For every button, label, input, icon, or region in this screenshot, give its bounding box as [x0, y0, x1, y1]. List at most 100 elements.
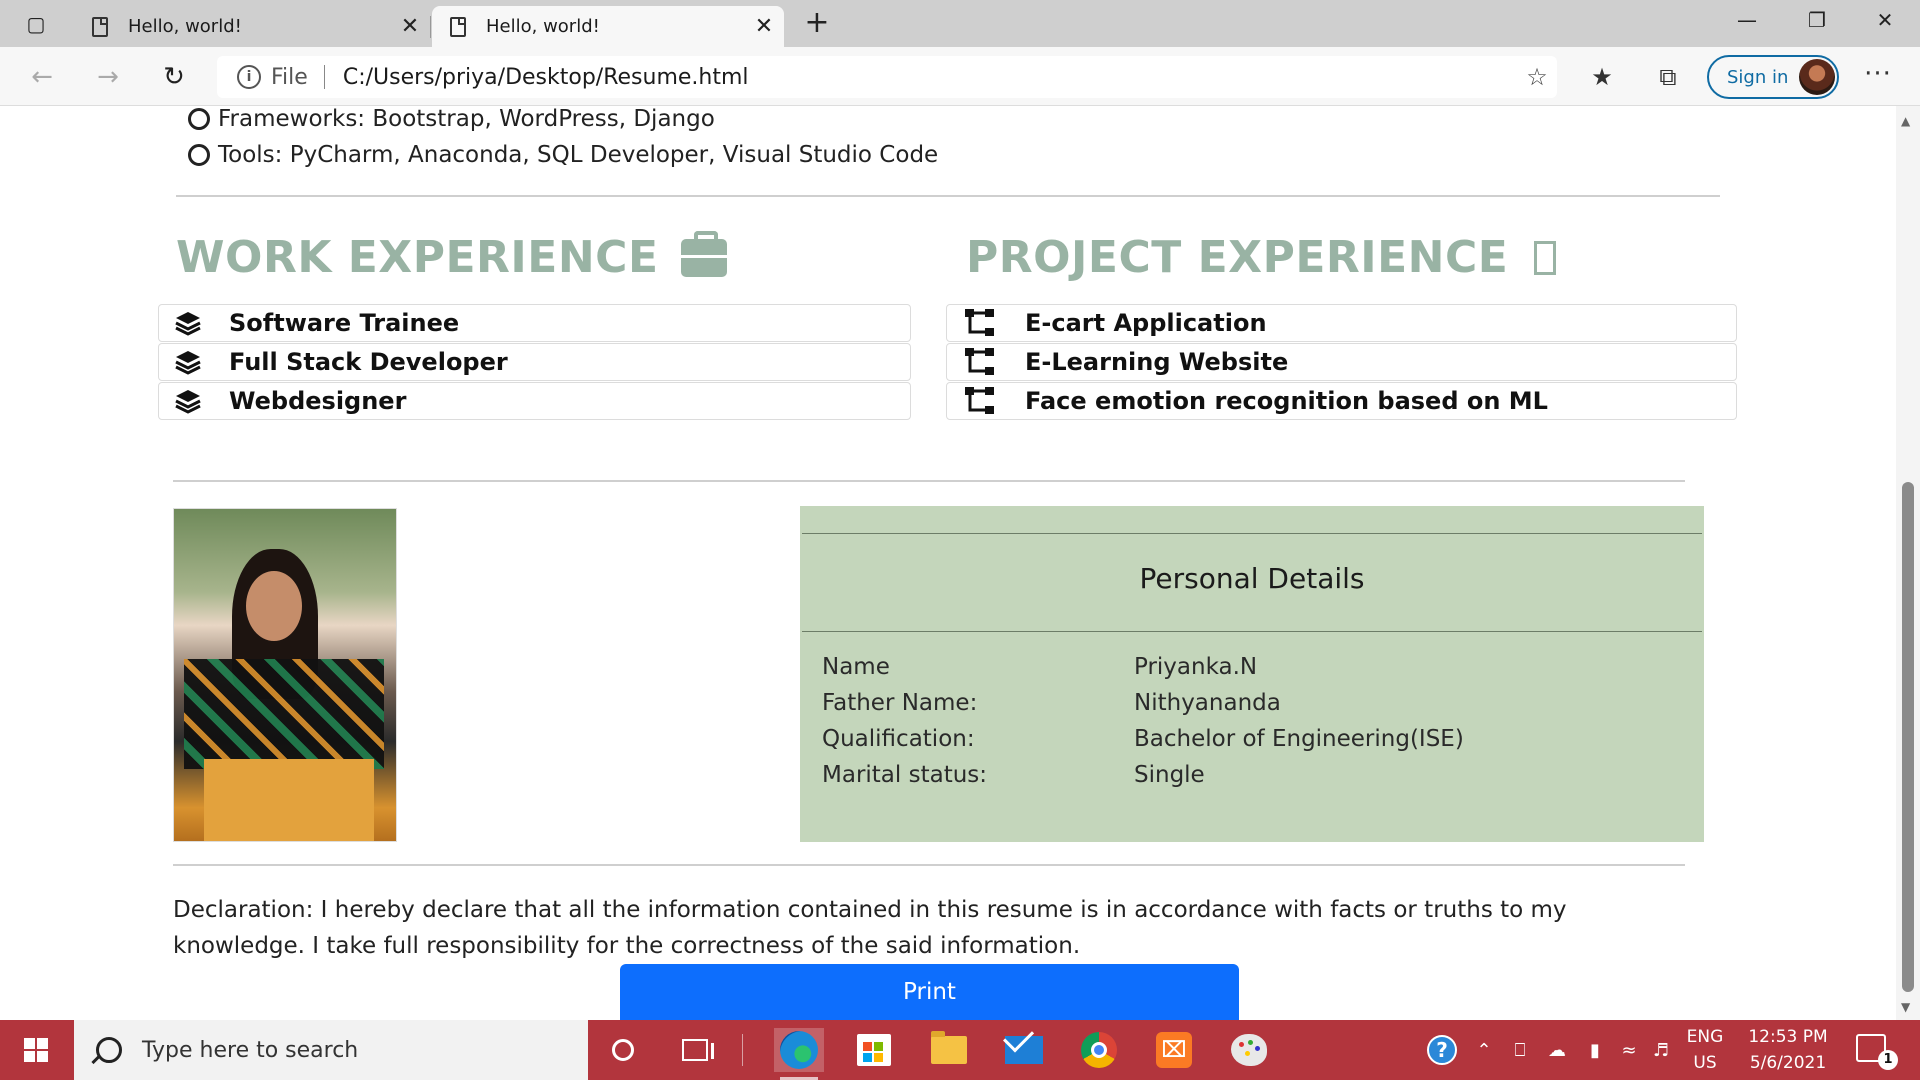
help-icon: ? — [1427, 1035, 1457, 1065]
task-view-button[interactable] — [670, 1028, 720, 1072]
profile-photo — [173, 508, 397, 842]
section-divider — [173, 864, 1685, 866]
volume-icon[interactable]: ♬ — [1646, 1020, 1676, 1080]
close-tab-icon[interactable]: ✕ — [744, 14, 784, 39]
scroll-up-icon[interactable]: ▲ — [1901, 114, 1910, 128]
briefcase-icon — [680, 230, 727, 277]
close-tab-icon[interactable]: ✕ — [390, 14, 430, 39]
browser-tab-1[interactable]: Hello, world! ✕ — [74, 6, 430, 47]
system-clock[interactable]: 12:53 PM 5/6/2021 — [1740, 1024, 1836, 1076]
url-text[interactable]: C:/Users/priya/Desktop/Resume.html — [343, 65, 1517, 90]
tab-actions-icon: ▢ — [26, 12, 46, 36]
mail-icon — [1005, 1036, 1043, 1064]
store-taskbar-button[interactable] — [849, 1028, 899, 1072]
onedrive-icon[interactable]: ☁ — [1540, 1020, 1574, 1080]
new-tab-button[interactable]: + — [800, 8, 834, 40]
show-hidden-icons[interactable]: ⌃ — [1470, 1020, 1498, 1080]
favorites-icon[interactable]: ★ — [1582, 59, 1622, 95]
explorer-taskbar-button[interactable] — [924, 1028, 974, 1072]
missing-glyph-icon — [1534, 240, 1557, 275]
skill-text: Frameworks: Bootstrap, WordPress, Django — [218, 106, 715, 132]
scroll-down-icon[interactable]: ▼ — [1901, 1000, 1910, 1014]
detail-value: Single — [1134, 762, 1205, 788]
edge-taskbar-button[interactable] — [774, 1028, 824, 1080]
meet-now-icon[interactable]: ⎕ — [1506, 1020, 1534, 1080]
region-code: US — [1693, 1053, 1717, 1073]
language-indicator[interactable]: ENG US — [1680, 1024, 1730, 1076]
close-window-button[interactable]: ✕ — [1850, 0, 1920, 40]
project-item: Face emotion recognition based on ML — [946, 382, 1737, 420]
tab-actions-button[interactable]: ▢ — [14, 9, 58, 39]
chrome-icon — [1081, 1032, 1117, 1068]
project-item-label: E-cart Application — [1025, 309, 1267, 337]
scheme-label: File — [271, 64, 308, 90]
project-experience-title: PROJECT EXPERIENCE — [966, 232, 1509, 283]
project-item-label: E-Learning Website — [1025, 348, 1289, 376]
taskbar-search[interactable]: Type here to search — [74, 1020, 588, 1080]
sign-in-label: Sign in — [1727, 66, 1789, 88]
project-experience-heading: PROJECT EXPERIENCE — [966, 232, 1557, 283]
address-bar[interactable]: i File C:/Users/priya/Desktop/Resume.htm… — [217, 56, 1557, 98]
detail-value: Bachelor of Engineering(ISE) — [1134, 726, 1464, 752]
circle-bullet-icon — [188, 144, 210, 166]
add-favorite-icon[interactable]: ☆ — [1517, 63, 1557, 91]
paint-icon — [1231, 1034, 1267, 1066]
cortana-button[interactable] — [598, 1028, 648, 1072]
tab-separator — [430, 16, 431, 38]
project-item: E-cart Application — [946, 304, 1737, 342]
restore-button[interactable]: ❐ — [1782, 0, 1852, 40]
detail-label: Name — [822, 654, 890, 680]
start-button[interactable] — [0, 1020, 72, 1080]
print-button[interactable]: Print — [620, 964, 1239, 1020]
wifi-icon[interactable]: ≈ — [1612, 1020, 1646, 1080]
page-content: Frameworks: Bootstrap, WordPress, Django… — [0, 106, 1896, 1020]
section-divider — [176, 195, 1720, 197]
circle-bullet-icon — [188, 108, 210, 130]
xampp-icon: ⌧ — [1156, 1032, 1192, 1068]
minimize-button[interactable]: — — [1712, 0, 1782, 40]
work-item: Webdesigner — [158, 382, 911, 420]
clock-date: 5/6/2021 — [1749, 1053, 1827, 1073]
refresh-button[interactable]: ↻ — [154, 57, 194, 97]
cortana-icon — [612, 1039, 634, 1061]
info-icon[interactable]: i — [237, 65, 261, 89]
page-scrollbar[interactable]: ▲ ▼ — [1896, 106, 1920, 1020]
windows-taskbar: Type here to search ⌧ ? ⌃ ⎕ ☁ ▮ ≈ ♬ ENG … — [0, 1020, 1920, 1080]
windows-logo-icon — [24, 1038, 48, 1062]
project-item: E-Learning Website — [946, 343, 1737, 381]
panel-divider — [802, 533, 1702, 534]
section-divider — [173, 480, 1685, 482]
task-view-icon — [682, 1039, 714, 1061]
battery-icon[interactable]: ▮ — [1578, 1020, 1612, 1080]
detail-label: Qualification: — [822, 726, 975, 752]
document-icon — [92, 16, 108, 37]
work-item-label: Full Stack Developer — [229, 348, 508, 376]
xampp-taskbar-button[interactable]: ⌧ — [1149, 1028, 1199, 1072]
language-code: ENG — [1686, 1027, 1724, 1047]
skill-text: Tools: PyCharm, Anaconda, SQL Developer,… — [218, 142, 939, 168]
paint-taskbar-button[interactable] — [1224, 1028, 1274, 1072]
folder-icon — [931, 1031, 967, 1064]
notification-count-badge: 1 — [1878, 1050, 1898, 1070]
avatar — [1799, 59, 1835, 95]
chrome-taskbar-button[interactable] — [1074, 1028, 1124, 1072]
more-options-icon[interactable]: ··· — [1858, 59, 1898, 95]
sitemap-icon — [965, 387, 994, 414]
sign-in-button[interactable]: Sign in — [1707, 55, 1839, 99]
help-tray-button[interactable]: ? — [1424, 1020, 1460, 1080]
forward-button[interactable]: → — [88, 57, 128, 97]
clock-time: 12:53 PM — [1748, 1027, 1828, 1047]
document-icon — [450, 16, 466, 37]
collections-icon[interactable]: ⧉ — [1648, 59, 1688, 95]
layers-icon — [175, 312, 201, 336]
search-icon — [96, 1037, 122, 1063]
sitemap-icon — [965, 309, 994, 336]
mail-taskbar-button[interactable] — [999, 1028, 1049, 1072]
back-button[interactable]: ← — [22, 57, 62, 97]
layers-icon — [175, 351, 201, 375]
skill-line: Tools: PyCharm, Anaconda, SQL Developer,… — [188, 142, 938, 168]
browser-tab-2[interactable]: Hello, world! ✕ — [432, 6, 784, 47]
scrollbar-thumb[interactable] — [1902, 482, 1914, 992]
detail-label: Father Name: — [822, 690, 978, 716]
declaration-text: Declaration: I hereby declare that all t… — [173, 897, 1567, 959]
